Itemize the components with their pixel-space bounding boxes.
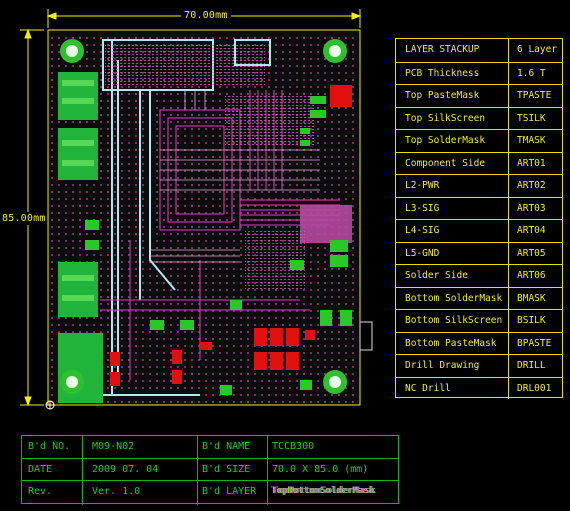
stackup-row: LAYER STACKUP 6 Layer [396,39,562,62]
stackup-layer-name: Bottom SilkScreen [405,315,503,326]
stackup-row: Top PasteMask TPASTE [396,84,562,107]
stackup-row: Top SilkScreen TSILK [396,106,562,129]
bd-layer-value: TopBottomSolderMask [272,486,375,496]
bd-no-label: B'd NO. [28,441,71,452]
stackup-layer-value: ART04 [517,225,546,236]
layer-stackup-table: LAYER STACKUP 6 Layer PCB Thickness 1.6 T To… [395,38,563,399]
title-row-date: DATE 2009 07. 04 B'd SIZE 70.0 X 85.0 (m… [22,458,398,481]
stackup-layer-value: ART01 [517,157,546,169]
stackup-row: Bottom PasteMask BPASTE [396,331,562,354]
stackup-row: NC Drill DRL001 [396,376,562,399]
stackup-layer-name: Component Side [405,157,486,169]
stackup-layer-name: Solder Side [405,270,468,281]
stackup-row: L2-PWR ART02 [396,174,562,197]
stackup-layer-name: Top SilkScreen [405,112,486,124]
stackup-row: Drill Drawing DRILL [396,354,562,377]
bd-no-value: M09-N02 [92,441,135,452]
stackup-layer-value: ART03 [517,202,546,214]
stackup-row: Bottom SolderMask BMASK [396,286,562,309]
stackup-row: Solder Side ART06 [396,264,562,287]
bd-size-label: B'd SIZE [202,464,251,475]
stackup-layer-value: ART02 [517,180,546,191]
stackup-layer-name: Top PasteMask [405,90,480,101]
rev-value: Ver. 1.0 [92,486,141,497]
stackup-row: Bottom SilkScreen BSILK [396,309,562,332]
date-label: DATE [28,464,53,475]
stackup-layer-name: LAYER STACKUP [405,44,480,55]
stackup-layer-value: TMASK [517,135,546,146]
title-block: B'd NO. M09-N02 B'd NAME TCCB300 DATE 20… [21,435,399,505]
stackup-layer-value: DRL001 [517,382,552,394]
bd-layer-label: B'd LAYER [202,486,257,497]
bd-size-value: 70.0 X 85.0 (mm) [272,464,369,475]
title-row-board-no: B'd NO. M09-N02 B'd NAME TCCB300 [22,436,398,459]
stackup-row: Component Side ART01 [396,151,562,174]
bd-name-value: TCCB300 [272,441,315,452]
origin-marker [45,400,55,410]
stackup-layer-name: L2-PWR [405,180,440,191]
stackup-layer-value: DRILL [517,360,546,371]
stackup-layer-name: L3-SIG [405,202,440,214]
stackup-layer-name: Drill Drawing [405,360,480,371]
stackup-layer-value: 1.6 T [517,67,546,79]
title-row-rev: Rev. Ver. 1.0 B'd LAYER TopBottomSolderM… [22,480,398,505]
stackup-layer-name: L4-SIG [405,225,440,236]
stackup-layer-name: Top SolderMask [405,135,486,146]
height-label: 85.00mm [2,212,46,225]
stackup-layer-name: NC Drill [405,382,451,394]
date-value: 2009 07. 04 [92,464,159,475]
stackup-row: L3-SIG ART03 [396,196,562,219]
stackup-layer-name: PCB Thickness [405,67,480,79]
stackup-layer-name: L5-GND [405,247,440,259]
pcb-board-view [20,9,373,410]
stackup-layer-name: Bottom SolderMask [405,292,503,304]
stackup-layer-name: Bottom PasteMask [405,337,497,349]
stackup-layer-value: BMASK [517,292,546,304]
stackup-layer-value: BPASTE [517,337,552,349]
stackup-layer-value: ART05 [517,247,546,259]
stackup-layer-value: BSILK [517,315,546,326]
stackup-layer-value: TPASTE [517,90,552,101]
stackup-row: L5-GND ART05 [396,241,562,264]
stackup-layer-value: TSILK [517,112,546,124]
width-label: 70.00mm [181,10,231,21]
stackup-row: PCB Thickness 1.6 T [396,61,562,84]
stackup-layer-value: 6 Layer [517,44,558,55]
stackup-row: Top SolderMask TMASK [396,129,562,152]
bd-name-label: B'd NAME [202,441,251,452]
rev-label: Rev. [28,486,53,497]
stackup-row: L4-SIG ART04 [396,219,562,242]
stackup-layer-value: ART06 [517,270,546,281]
